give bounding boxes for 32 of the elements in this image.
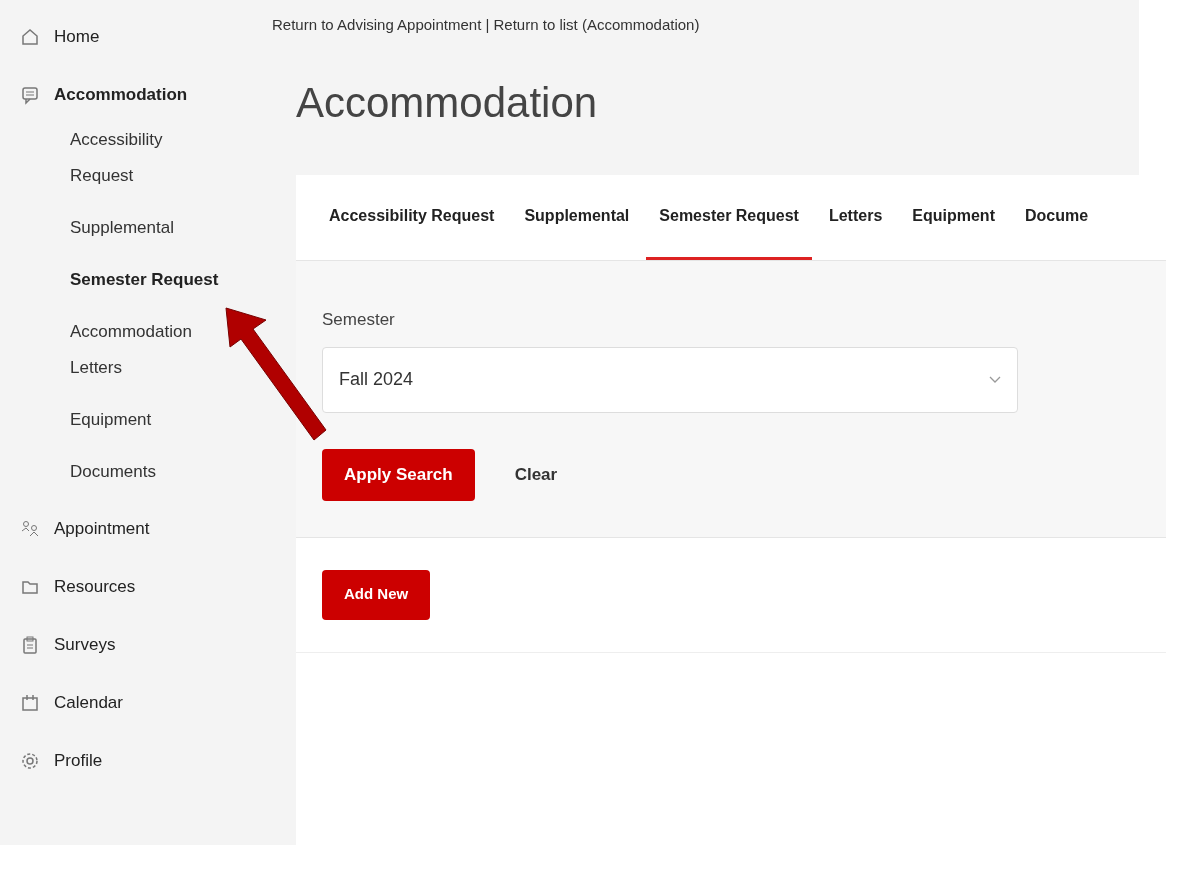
sidebar-item[interactable]: Accommodation bbox=[54, 82, 188, 108]
semester-select[interactable]: Fall 2024 bbox=[322, 346, 1018, 413]
sidebar-item[interactable]: Calendar bbox=[54, 690, 123, 716]
clear-button[interactable]: Clear bbox=[498, 448, 574, 501]
sidebar-item[interactable]: Home bbox=[54, 24, 100, 50]
tab[interactable]: Supplemental bbox=[511, 175, 643, 260]
sidebar-subitem[interactable]: Accommodation Letters bbox=[70, 314, 220, 386]
tab[interactable]: Equipment bbox=[899, 175, 1008, 260]
breadcrumb-links[interactable]: Return to Advising Appointment | Return to list (Accommodation) bbox=[272, 0, 1099, 37]
tab[interactable]: Letters bbox=[815, 175, 896, 260]
home-icon bbox=[20, 27, 40, 47]
chevron-down-icon bbox=[989, 375, 1001, 384]
sidebar-subitem[interactable]: Accessibility Request bbox=[70, 122, 220, 194]
tab[interactable]: Docume bbox=[1011, 175, 1102, 260]
settings-icon bbox=[20, 751, 40, 771]
page-title: Accommodation bbox=[296, 77, 599, 128]
sidebar-item[interactable]: Surveys bbox=[54, 632, 116, 658]
clipboard-icon bbox=[20, 635, 40, 655]
sidebar-item[interactable]: Profile bbox=[54, 748, 103, 774]
apply-search-button[interactable]: Apply Search bbox=[322, 448, 475, 501]
people-icon bbox=[20, 519, 40, 539]
sidebar-subitem[interactable]: Supplemental bbox=[70, 210, 220, 246]
calendar-icon bbox=[20, 693, 40, 713]
chat-icon bbox=[20, 85, 40, 105]
add-new-button[interactable]: Add New bbox=[322, 569, 431, 620]
sidebar-item[interactable]: Appointment bbox=[54, 516, 150, 542]
tab[interactable]: Accessibility Request bbox=[316, 175, 508, 260]
field-label: Semester bbox=[322, 309, 395, 331]
sidebar-subitem[interactable]: Semester Request bbox=[70, 262, 220, 298]
sidebar-item[interactable]: Resources bbox=[54, 574, 136, 600]
sidebar-subitem[interactable]: Documents bbox=[70, 454, 220, 490]
sidebar-subitem[interactable]: Equipment bbox=[70, 402, 220, 438]
